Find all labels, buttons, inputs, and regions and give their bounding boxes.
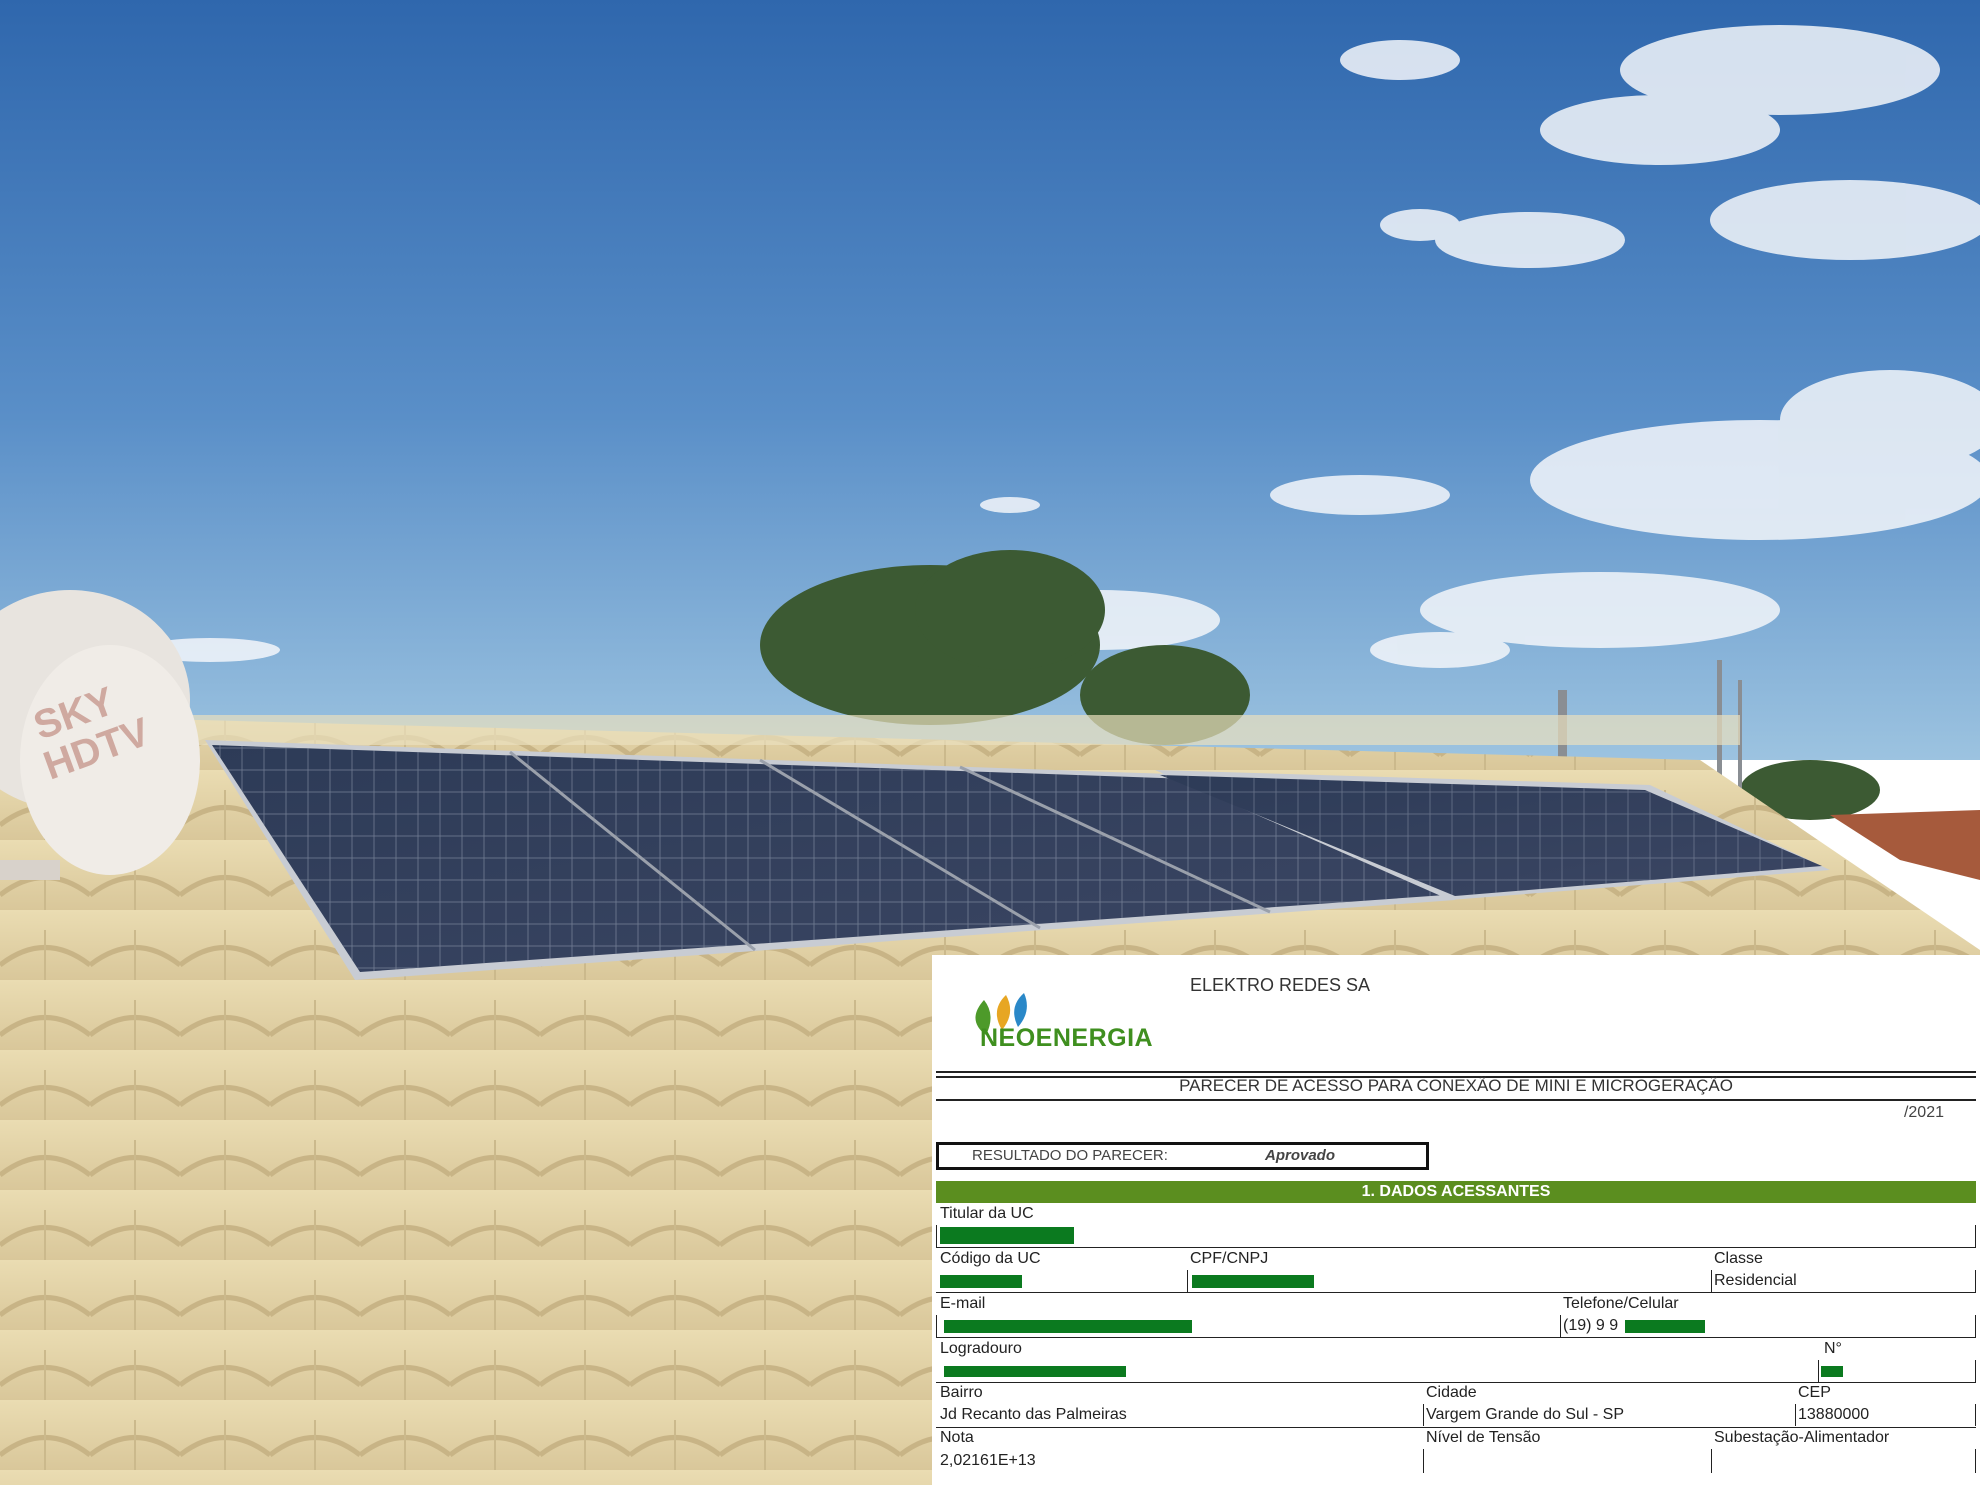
access-report-document: NEOENERGIA ELEKTRO REDES SA PARECER DE A… bbox=[932, 955, 1980, 1485]
company-name: ELEKTRO REDES SA bbox=[1190, 975, 1371, 995]
cell-border bbox=[1560, 1315, 1561, 1337]
cpf-label: CPF/CNPJ bbox=[1190, 1250, 1269, 1267]
cep-label: CEP bbox=[1798, 1384, 1831, 1401]
cell-border bbox=[1975, 1225, 1976, 1247]
codigo-label: Código da UC bbox=[940, 1250, 1041, 1267]
result-box: RESULTADO DO PARECER: Aprovado bbox=[936, 1142, 1429, 1170]
redaction-bar bbox=[944, 1366, 1126, 1377]
row-line bbox=[936, 1247, 1976, 1248]
cell-border bbox=[1711, 1270, 1712, 1292]
cell-border bbox=[1711, 1449, 1712, 1473]
telefone-label: Telefone/Celular bbox=[1563, 1295, 1679, 1312]
row-line bbox=[936, 1427, 1976, 1428]
cell-border bbox=[1795, 1404, 1796, 1426]
redaction-bar bbox=[1625, 1320, 1705, 1333]
cell-border bbox=[1975, 1404, 1976, 1426]
document-date: /2021 bbox=[1903, 1104, 1944, 1121]
telefone-value: (19) 9 9 bbox=[1563, 1317, 1619, 1334]
cell-border bbox=[1975, 1360, 1976, 1382]
redaction-bar bbox=[1192, 1275, 1314, 1288]
classe-value: Residencial bbox=[1714, 1272, 1797, 1289]
email-label: E-mail bbox=[940, 1295, 986, 1312]
cell-border bbox=[1423, 1404, 1424, 1426]
cidade-value: Vargem Grande do Sul - SP bbox=[1426, 1406, 1625, 1423]
classe-label: Classe bbox=[1714, 1250, 1763, 1267]
roof-ridge bbox=[180, 715, 1740, 745]
section-header: 1. DADOS ACESSANTES bbox=[936, 1181, 1976, 1203]
bairro-label: Bairro bbox=[940, 1384, 983, 1401]
document-title: PARECER DE ACESSO PARA CONEXÃO DE MINI E… bbox=[1179, 1076, 1733, 1095]
cell-border bbox=[1975, 1270, 1976, 1292]
cell-border bbox=[1818, 1360, 1819, 1382]
numero-label: N° bbox=[1824, 1340, 1842, 1357]
cidade-label: Cidade bbox=[1426, 1384, 1477, 1401]
subestacao-label: Subestação-Alimentador bbox=[1714, 1429, 1890, 1446]
cell-border bbox=[1975, 1315, 1976, 1337]
redaction-bar bbox=[940, 1227, 1074, 1244]
row-line bbox=[936, 1382, 1976, 1383]
cell-border bbox=[1423, 1449, 1424, 1473]
result-value: Aprovado bbox=[1265, 1147, 1336, 1164]
cep-value: 13880000 bbox=[1798, 1406, 1870, 1423]
redaction-bar bbox=[940, 1275, 1022, 1288]
row-line bbox=[936, 1292, 1976, 1293]
row-line bbox=[936, 1337, 1976, 1338]
divider bbox=[936, 1071, 1976, 1073]
cell-border bbox=[1187, 1270, 1188, 1292]
result-label: RESULTADO DO PARECER: bbox=[972, 1147, 1168, 1164]
divider bbox=[936, 1099, 1976, 1101]
cell-border bbox=[936, 1315, 937, 1337]
nota-value: 2,02161E+13 bbox=[940, 1452, 1036, 1469]
cell-border bbox=[1975, 1449, 1976, 1473]
nivel-label: Nível de Tensão bbox=[1426, 1429, 1541, 1446]
logradouro-label: Logradouro bbox=[940, 1340, 1022, 1357]
logo-text: NEOENERGIA bbox=[980, 1024, 1154, 1052]
cell-border bbox=[936, 1225, 937, 1247]
titular-label: Titular da UC bbox=[940, 1205, 1034, 1222]
redaction-bar bbox=[944, 1320, 1192, 1333]
redaction-bar bbox=[1821, 1366, 1843, 1377]
nota-label: Nota bbox=[940, 1429, 974, 1446]
bairro-value: Jd Recanto das Palmeiras bbox=[940, 1406, 1127, 1423]
